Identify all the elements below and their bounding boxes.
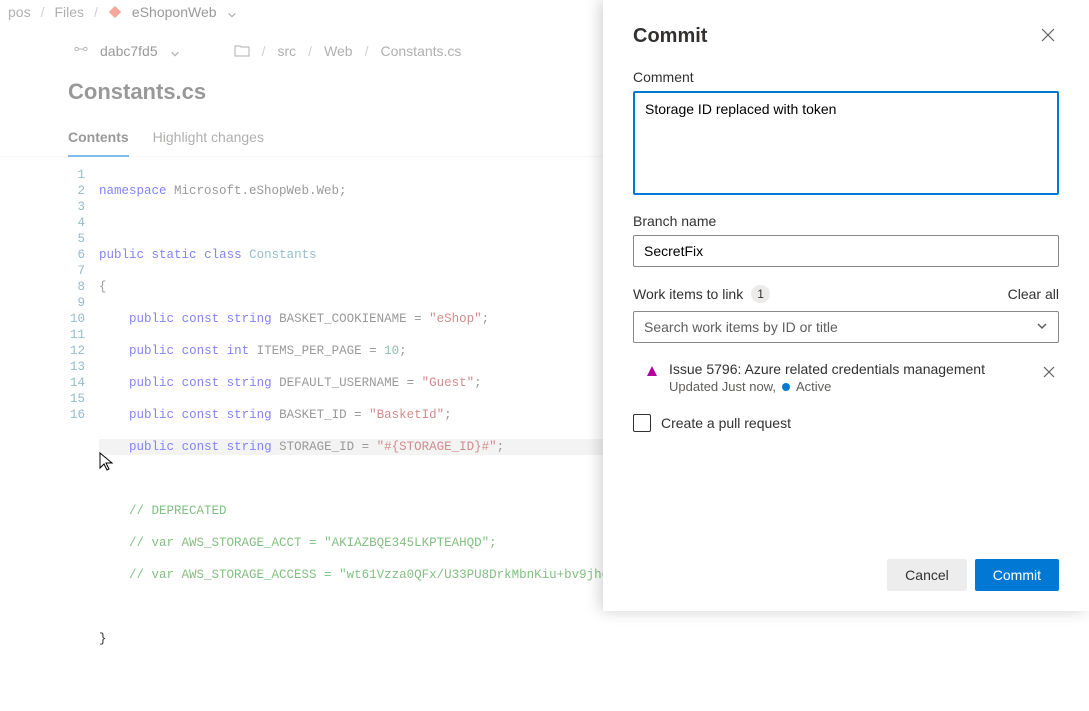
branch-name-input[interactable] <box>633 235 1059 267</box>
create-pr-label: Create a pull request <box>661 415 791 431</box>
comment-input[interactable] <box>633 91 1059 195</box>
folder-icon[interactable] <box>234 43 250 59</box>
tab-contents[interactable]: Contents <box>68 123 129 157</box>
status-dot-icon <box>782 383 790 391</box>
breadcrumb-separator: / <box>94 4 98 20</box>
branch-commit-icon <box>74 42 88 59</box>
line-gutter: 12345678910111213141516 <box>70 167 99 711</box>
work-item-status: Active <box>796 379 831 394</box>
tab-highlight-changes[interactable]: Highlight changes <box>153 123 264 156</box>
close-icon[interactable] <box>1037 24 1059 49</box>
create-pr-checkbox[interactable] <box>633 414 651 432</box>
remove-work-item-icon[interactable] <box>1039 361 1059 385</box>
work-items-count-badge: 1 <box>751 285 770 303</box>
work-item-title[interactable]: Issue 5796: Azure related credentials ma… <box>669 361 1029 377</box>
breadcrumb-item[interactable]: Files <box>54 4 84 20</box>
chevron-down-icon <box>1036 319 1048 335</box>
work-items-search[interactable]: Search work items by ID or title <box>633 311 1059 343</box>
branch-name-label: Branch name <box>633 213 1059 229</box>
path-segment[interactable]: Web <box>324 43 353 59</box>
breadcrumb-repo[interactable]: eShoponWeb <box>132 4 217 20</box>
path-separator: / <box>365 43 369 59</box>
cancel-button[interactable]: Cancel <box>887 559 967 591</box>
search-placeholder: Search work items by ID or title <box>644 319 838 335</box>
commit-panel: Commit Comment Branch name Work items to… <box>603 0 1089 611</box>
path-separator: / <box>308 43 312 59</box>
breadcrumb-separator: / <box>41 4 45 20</box>
breadcrumb-item[interactable]: pos <box>8 4 31 20</box>
comment-label: Comment <box>633 69 1059 85</box>
clear-all-button[interactable]: Clear all <box>1008 286 1059 302</box>
path-segment[interactable]: Constants.cs <box>381 43 462 59</box>
issue-icon <box>645 364 659 378</box>
panel-title: Commit <box>633 25 707 48</box>
repo-icon <box>108 5 122 19</box>
path-segment[interactable]: src <box>278 43 297 59</box>
linked-work-item: Issue 5796: Azure related credentials ma… <box>633 357 1059 408</box>
work-items-label: Work items to link <box>633 286 743 302</box>
work-item-updated: Updated Just now, <box>669 379 776 394</box>
path-separator: / <box>262 43 266 59</box>
commit-hash[interactable]: dabc7fd5 <box>100 43 158 59</box>
commit-button[interactable]: Commit <box>975 559 1059 591</box>
chevron-down-icon[interactable] <box>170 46 180 56</box>
chevron-down-icon[interactable] <box>227 7 237 17</box>
